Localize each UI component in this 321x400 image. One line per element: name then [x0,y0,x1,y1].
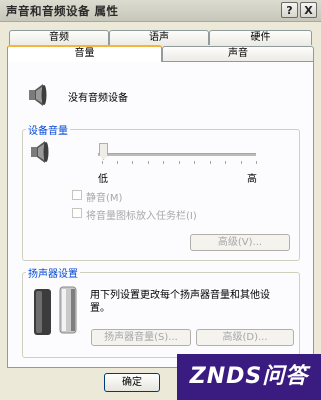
ok-button[interactable]: 确定 [104,373,160,392]
slider-high-label: 高 [247,174,257,185]
speaker-settings-legend: 扬声器设置 [26,265,80,280]
speaker-advanced-button[interactable]: 高级(D)... [196,329,294,346]
slider-low-label: 低 [98,174,108,185]
tray-icon-label: 将音量图标放入任务栏(I) [86,211,197,222]
title-bar[interactable]: 声音和音频设备 属性 ? X [0,0,321,22]
tab-sounds[interactable]: 声音 [162,46,314,61]
properties-window: 声音和音频设备 属性 ? X 音频 语声 硬件 音量 声音 没有音频设备 设备音… [0,0,321,400]
volume-slider-track[interactable] [98,153,256,156]
device-name: 没有音频设备 [68,93,128,104]
mute-label: 静音(M) [86,193,123,204]
speaker-volume-button[interactable]: 扬声器音量(S)... [91,329,191,346]
watermark-logo: ZNDS问答 [177,354,321,400]
close-button[interactable]: X [300,2,317,18]
speaker-description-line1: 用下列设置更改每个扬声器音量和其他设 [90,290,270,301]
speaker-icon [28,83,50,110]
device-advanced-button[interactable]: 高级(V)... [190,234,290,251]
tab-audio[interactable]: 音频 [9,30,109,45]
device-volume-legend: 设备音量 [26,122,70,137]
help-button[interactable]: ? [281,2,298,18]
window-title: 声音和音频设备 属性 [6,4,119,18]
speaker-description-line2: 置。 [90,303,110,314]
tab-volume[interactable]: 音量 [7,45,162,62]
tab-hardware[interactable]: 硬件 [209,30,312,45]
tab-voice[interactable]: 语声 [109,30,209,45]
volume-slider-ticks [102,161,258,164]
mute-checkbox[interactable] [72,190,82,200]
volume-speaker-icon [30,140,52,167]
tray-icon-checkbox[interactable] [72,208,82,218]
speakers-icon [33,285,79,340]
